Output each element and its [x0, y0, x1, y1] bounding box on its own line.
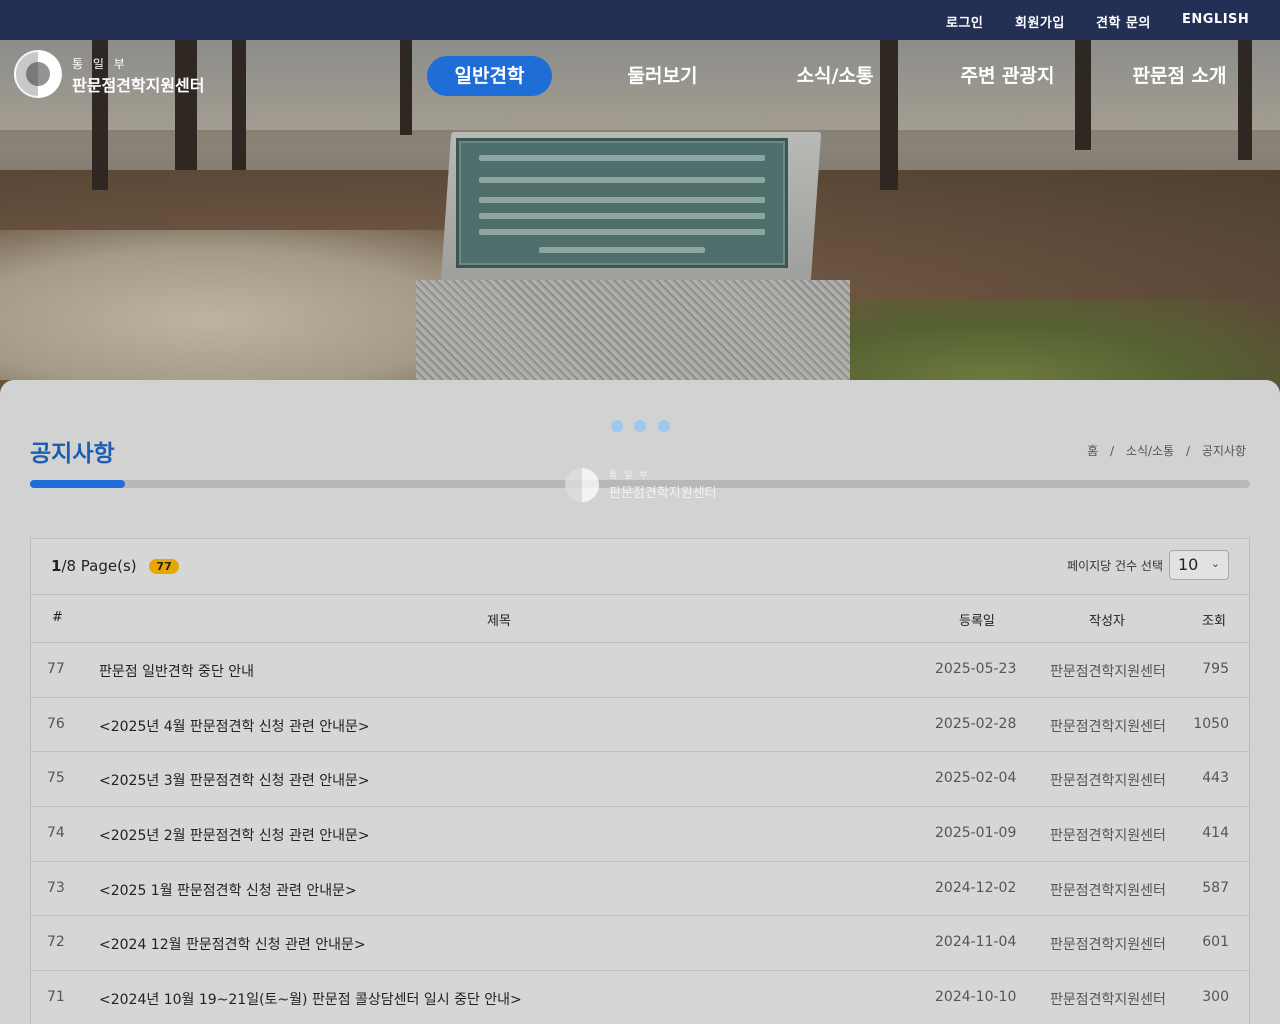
logo-ministry-text: 통 일 부	[72, 57, 128, 71]
loading-dot	[658, 420, 670, 432]
table-row[interactable]: 77 판문점 일반견학 중단 안내 2025-05-23 판문점견학지원센터 7…	[31, 643, 1249, 698]
table-row[interactable]: 73 <2025 1월 판문점견학 신청 관련 안내문> 2024-12-02 …	[31, 862, 1249, 917]
row-number: 74	[47, 825, 65, 842]
row-date: 2025-02-04	[935, 770, 1017, 787]
breadcrumb-notice[interactable]: 공지사항	[1202, 444, 1246, 458]
column-header-views: 조회	[1202, 614, 1226, 629]
column-header-title: 제목	[487, 614, 511, 629]
login-link[interactable]: 로그인	[946, 12, 983, 31]
row-title-link[interactable]: <2025 1월 판문점견학 신청 관련 안내문>	[99, 880, 357, 900]
table-row[interactable]: 76 <2025년 4월 판문점견학 신청 관련 안내문> 2025-02-28…	[31, 698, 1249, 753]
hero-tree	[400, 40, 412, 135]
row-date: 2025-02-28	[935, 715, 1017, 732]
row-date: 2024-11-04	[935, 934, 1017, 951]
row-date: 2025-05-23	[935, 661, 1017, 677]
chevron-down-icon: ⌄	[1210, 557, 1220, 570]
current-page: 1	[51, 557, 62, 575]
emblem-icon	[565, 468, 599, 502]
row-author: 판문점견학지원센터	[1050, 828, 1166, 845]
loading-dot	[611, 420, 623, 432]
row-views: 414	[1202, 825, 1229, 842]
nav-item-news[interactable]: 소식/소통	[770, 56, 900, 96]
row-views: 587	[1202, 879, 1229, 896]
row-views: 300	[1202, 989, 1229, 1006]
row-views: 443	[1202, 770, 1229, 787]
inquiry-link[interactable]: 견학 문의	[1096, 12, 1151, 31]
column-header-date: 등록일	[959, 614, 995, 629]
loading-watermark: 통 일 부 판문점견학지원센터	[565, 466, 765, 506]
watermark-center-text: 판문점견학지원센터	[609, 486, 717, 501]
table-row[interactable]: 72 <2024 12월 판문점견학 신청 관련 안내문> 2024-11-04…	[31, 916, 1249, 972]
breadcrumb-separator: /	[1110, 444, 1115, 458]
row-author: 판문점견학지원센터	[1050, 718, 1166, 735]
row-number: 73	[47, 879, 65, 896]
nav-item-lookaround[interactable]: 둘러보기	[600, 56, 725, 96]
loading-dot	[634, 420, 646, 432]
perpage-label: 페이지당 건수 선택	[1067, 559, 1163, 573]
signup-link[interactable]: 회원가입	[1015, 12, 1065, 31]
row-author: 판문점견학지원센터	[1050, 773, 1166, 790]
row-number: 76	[47, 715, 65, 732]
row-number: 72	[47, 934, 65, 951]
row-views: 601	[1202, 934, 1229, 951]
row-title-link[interactable]: <2024 12월 판문점견학 신청 관련 안내문>	[99, 934, 366, 954]
row-date: 2024-10-10	[935, 989, 1017, 1006]
row-title-link[interactable]: <2025년 4월 판문점견학 신청 관련 안내문>	[99, 716, 370, 736]
table-row[interactable]: 75 <2025년 3월 판문점견학 신청 관련 안내문> 2025-02-04…	[31, 752, 1249, 808]
perpage-select[interactable]: 10 ⌄	[1169, 550, 1229, 580]
monument	[416, 130, 850, 400]
breadcrumb-home[interactable]: 홈	[1087, 444, 1098, 458]
total-count-badge: 77	[149, 559, 179, 574]
nav-item-nearby[interactable]: 주변 관광지	[940, 56, 1075, 96]
nav-item-tour[interactable]: 일반견학	[427, 56, 552, 96]
table-row[interactable]: 71 <2024년 10월 19~21일(토~월) 판문점 콜상담센터 일시 중…	[31, 971, 1249, 1024]
row-title-link[interactable]: <2025년 2월 판문점견학 신청 관련 안내문>	[99, 825, 370, 845]
breadcrumb-separator: /	[1185, 444, 1190, 458]
row-number: 75	[47, 770, 65, 787]
perpage-value: 10	[1178, 555, 1199, 574]
table-header: # 제목 등록일 작성자 조회	[31, 595, 1249, 643]
logo-center-text: 판문점견학지원센터	[72, 76, 205, 95]
row-author: 판문점견학지원센터	[1050, 992, 1166, 1009]
english-link[interactable]: ENGLISH	[1182, 12, 1249, 27]
top-utility-bar: 로그인 회원가입 견학 문의 ENGLISH	[0, 0, 1280, 40]
hero-tree	[1075, 40, 1091, 150]
page-suffix: /8 Page(s)	[61, 557, 137, 575]
row-author: 판문점견학지원센터	[1050, 937, 1166, 954]
table-body: 77 판문점 일반견학 중단 안내 2025-05-23 판문점견학지원센터 7…	[31, 643, 1249, 1024]
notice-board: 1/8 Page(s) 77 페이지당 건수 선택 10 ⌄ # 제목 등록일 …	[30, 538, 1250, 1024]
column-header-author: 작성자	[1089, 614, 1125, 629]
row-title-link[interactable]: <2024년 10월 19~21일(토~월) 판문점 콜상담센터 일시 중단 안…	[99, 989, 522, 1009]
row-title-link[interactable]: <2025년 3월 판문점견학 신청 관련 안내문>	[99, 770, 370, 790]
row-number: 77	[47, 661, 65, 677]
board-header: 1/8 Page(s) 77 페이지당 건수 선택 10 ⌄	[31, 539, 1249, 595]
emblem-icon	[14, 50, 62, 98]
row-author: 판문점견학지원센터	[1050, 664, 1166, 680]
row-date: 2024-12-02	[935, 879, 1017, 896]
site-logo[interactable]: 통 일 부 판문점견학지원센터	[14, 50, 214, 100]
section-progress-fill	[30, 480, 126, 488]
row-author: 판문점견학지원센터	[1050, 882, 1166, 899]
row-title-link[interactable]: 판문점 일반견학 중단 안내	[99, 661, 254, 681]
table-row[interactable]: 74 <2025년 2월 판문점견학 신청 관련 안내문> 2025-01-09…	[31, 807, 1249, 862]
hero-tree	[232, 40, 246, 170]
row-views: 1050	[1193, 715, 1229, 732]
breadcrumb-news[interactable]: 소식/소통	[1126, 444, 1174, 458]
row-number: 71	[47, 989, 65, 1006]
monument-plaque	[456, 138, 788, 268]
column-header-num: #	[52, 610, 63, 625]
breadcrumb: 홈 / 소식/소통 / 공지사항	[1083, 442, 1250, 459]
row-views: 795	[1202, 661, 1229, 677]
page-info: 1/8 Page(s) 77	[51, 557, 179, 575]
row-date: 2025-01-09	[935, 825, 1017, 842]
watermark-ministry-text: 통 일 부	[609, 471, 650, 481]
nav-item-about[interactable]: 판문점 소개	[1112, 56, 1247, 96]
page-title: 공지사항	[30, 441, 115, 467]
